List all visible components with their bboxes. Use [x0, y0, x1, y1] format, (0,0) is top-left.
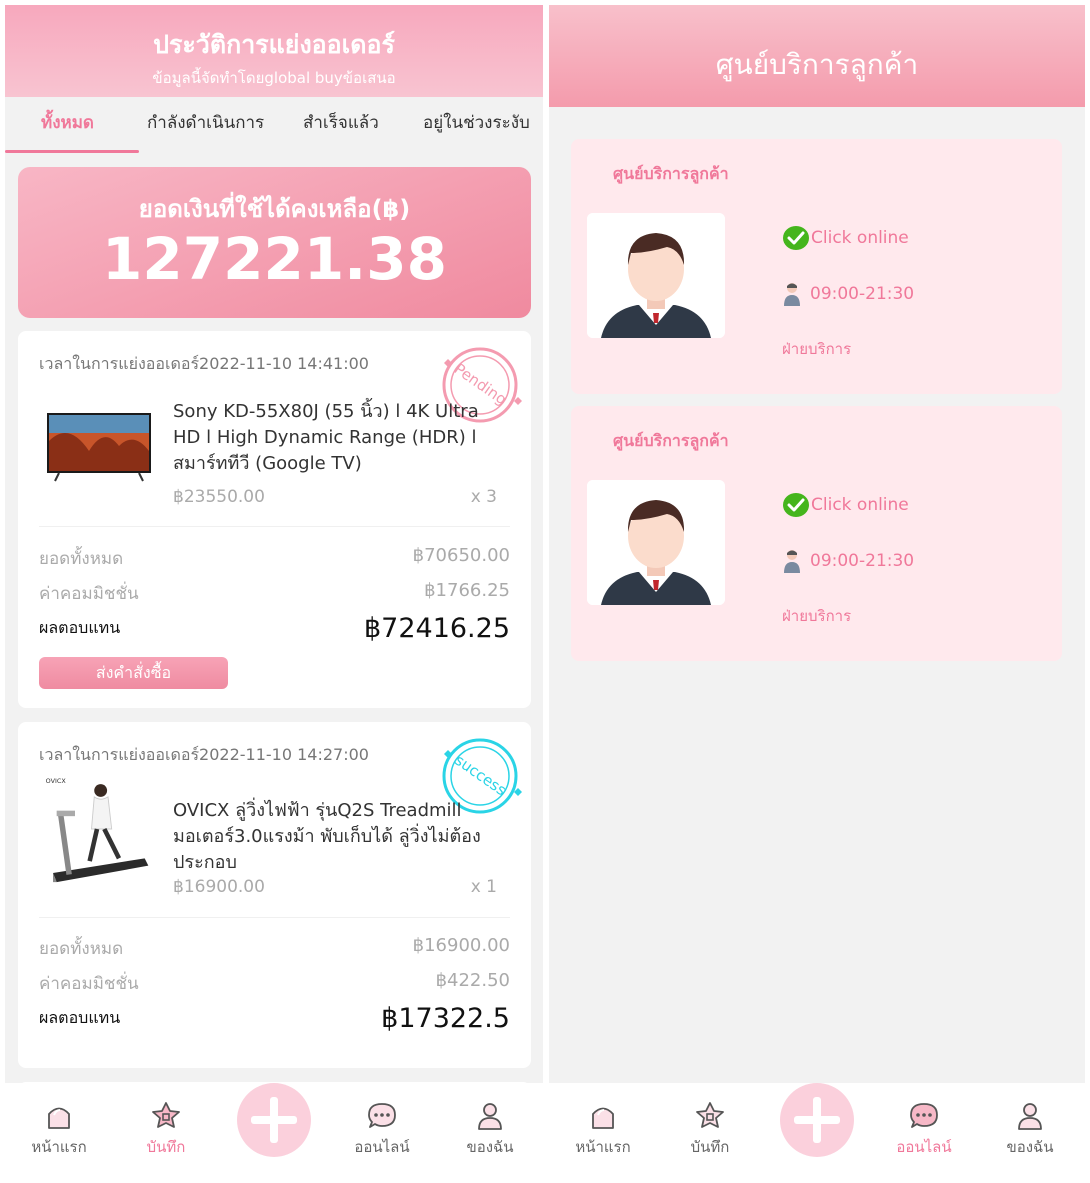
- agent-icon: [784, 550, 800, 573]
- service-card[interactable]: ศูนย์บริการลูกค้า Click online 09:00-21:…: [571, 406, 1062, 661]
- nav-online[interactable]: ออนไลน์: [879, 1101, 969, 1159]
- tab-completed[interactable]: สำเร็จแล้ว: [303, 109, 379, 136]
- chat-icon: [910, 1103, 938, 1128]
- service-title: ศูนย์บริการลูกค้า: [613, 431, 729, 450]
- order-time: เวลาในการแย่งออเดอร์2022-11-10 14:27:00: [39, 745, 369, 764]
- order-history-panel: ประวัติการแย่งออเดอร์ ข้อมูลนี้จัดทำโดยg…: [5, 5, 543, 1171]
- plus-button[interactable]: [780, 1083, 854, 1157]
- agent-avatar: [587, 480, 725, 605]
- bottom-nav: หน้าแรก บันทึก ออนไลน์ ของฉัน: [5, 1083, 543, 1171]
- commission-value: ฿1766.25: [424, 580, 510, 601]
- agent-icon: [784, 283, 800, 306]
- commission-label: ค่าคอมมิชชั่น: [39, 584, 139, 604]
- nav-home-label: หน้าแรก: [575, 1138, 631, 1156]
- total-value: ฿16900.00: [412, 935, 510, 956]
- customer-service-panel: ศูนย์บริการลูกค้า ศูนย์บริการลูกค้า Clic…: [549, 5, 1085, 1171]
- return-value: ฿17322.5: [381, 1003, 510, 1034]
- nav-profile-label: ของฉัน: [1006, 1138, 1054, 1156]
- nav-profile-label: ของฉัน: [466, 1138, 514, 1156]
- plus-button[interactable]: [237, 1083, 311, 1157]
- nav-records-label: บันทึก: [690, 1138, 730, 1156]
- commission-label: ค่าคอมมิชชั่น: [39, 974, 139, 994]
- service-title: ศูนย์บริการลูกค้า: [613, 164, 729, 183]
- online-label: Click online: [811, 228, 909, 248]
- brand-mark: OVICX: [46, 777, 67, 785]
- stamp-text: success: [451, 751, 510, 800]
- user-icon: [1018, 1103, 1042, 1130]
- nav-online[interactable]: ออนไลน์: [337, 1101, 427, 1159]
- online-label: Click online: [811, 495, 909, 515]
- department-label: ฝ่ายบริการ: [782, 607, 852, 625]
- service-hours: 09:00-21:30: [782, 281, 914, 307]
- nav-online-label: ออนไลน์: [896, 1138, 952, 1156]
- customer-service-header: ศูนย์บริการลูกค้า: [549, 5, 1085, 107]
- product-name: OVICX ลู่วิ่งไฟฟ้า รุ่นQ2S Treadmill มอเ…: [173, 800, 481, 873]
- tab-in-progress[interactable]: กำลังดำเนินการ: [147, 109, 264, 136]
- order-card: เวลาในการแย่งออเดอร์2022-11-10 14:41:00 …: [18, 331, 531, 708]
- tab-suspended[interactable]: อยู่ในช่วงระงับ: [423, 109, 530, 136]
- record-icon: [696, 1102, 724, 1128]
- tab-all[interactable]: ทั้งหมด: [41, 109, 94, 136]
- balance-card: ยอดเงินที่ใช้ได้คงเหลือ(฿) 127221.38: [18, 167, 531, 318]
- active-tab-indicator: [5, 150, 139, 153]
- divider: [39, 526, 510, 527]
- screen: ประวัติการแย่งออเดอร์ ข้อมูลนี้จัดทำโดยg…: [0, 0, 1090, 1183]
- product-price: ฿16900.00: [173, 877, 265, 897]
- home-icon: [48, 1107, 70, 1129]
- nav-home[interactable]: หน้าแรก: [14, 1101, 104, 1159]
- treadmill-product-image: OVICX: [46, 777, 149, 883]
- page-title: ศูนย์บริการลูกค้า: [715, 48, 919, 81]
- balance-amount: 127221.38: [102, 225, 447, 293]
- page-title: ประวัติการแย่งออเดอร์: [153, 30, 395, 59]
- page-subtitle: ข้อมูลนี้จัดทำโดยglobal buyข้อเสนอ: [152, 69, 396, 87]
- user-icon: [478, 1103, 502, 1130]
- nav-records[interactable]: บันทึก: [665, 1101, 755, 1159]
- submit-order-button[interactable]: ส่งคำสั่งซื้อ: [39, 657, 228, 689]
- service-hours: 09:00-21:30: [782, 548, 914, 574]
- check-icon: [783, 226, 809, 250]
- total-value: ฿70650.00: [412, 545, 510, 566]
- check-icon: [783, 493, 809, 517]
- tv-product-image: [47, 413, 151, 482]
- hours-label: 09:00-21:30: [810, 551, 915, 571]
- online-status[interactable]: Click online: [782, 225, 909, 251]
- return-label: ผลตอบแทน: [39, 618, 121, 637]
- return-value: ฿72416.25: [363, 613, 510, 644]
- divider: [39, 917, 510, 918]
- department-label: ฝ่ายบริการ: [782, 340, 852, 358]
- nav-online-label: ออนไลน์: [354, 1138, 410, 1156]
- order-time: เวลาในการแย่งออเดอร์2022-11-10 14:41:00: [39, 354, 369, 373]
- total-label: ยอดทั้งหมด: [39, 939, 124, 959]
- product-quantity: x 3: [470, 487, 497, 507]
- nav-profile[interactable]: ของฉัน: [445, 1101, 535, 1159]
- return-label: ผลตอบแทน: [39, 1008, 121, 1027]
- product-price: ฿23550.00: [173, 487, 265, 507]
- service-card[interactable]: ศูนย์บริการลูกค้า Click online 09:00-21:…: [571, 139, 1062, 394]
- bottom-nav: หน้าแรก บันทึก ออนไลน์ ของฉัน: [549, 1083, 1085, 1171]
- online-status[interactable]: Click online: [782, 492, 909, 518]
- home-icon: [592, 1107, 614, 1129]
- nav-records[interactable]: บันทึก: [121, 1101, 211, 1159]
- agent-avatar: [587, 213, 725, 338]
- nav-profile[interactable]: ของฉัน: [985, 1101, 1075, 1159]
- product-quantity: x 1: [470, 877, 497, 897]
- product-name: Sony KD-55X80J (55 นิ้ว) l 4K Ultra HD l…: [173, 401, 479, 474]
- order-tabs: ทั้งหมด กำลังดำเนินการ สำเร็จแล้ว อยู่ใน…: [5, 97, 543, 155]
- commission-value: ฿422.50: [435, 970, 510, 991]
- order-history-header: ประวัติการแย่งออเดอร์ ข้อมูลนี้จัดทำโดยg…: [5, 5, 543, 97]
- nav-home-label: หน้าแรก: [31, 1138, 87, 1156]
- nav-records-label: บันทึก: [146, 1138, 186, 1156]
- hours-label: 09:00-21:30: [810, 284, 915, 304]
- balance-label: ยอดเงินที่ใช้ได้คงเหลือ(฿): [138, 195, 411, 223]
- nav-home[interactable]: หน้าแรก: [558, 1101, 648, 1159]
- order-card: เวลาในการแย่งออเดอร์2022-11-10 14:27:00 …: [18, 722, 531, 1068]
- chat-icon: [368, 1103, 396, 1128]
- record-icon: [152, 1102, 180, 1128]
- total-label: ยอดทั้งหมด: [39, 549, 124, 569]
